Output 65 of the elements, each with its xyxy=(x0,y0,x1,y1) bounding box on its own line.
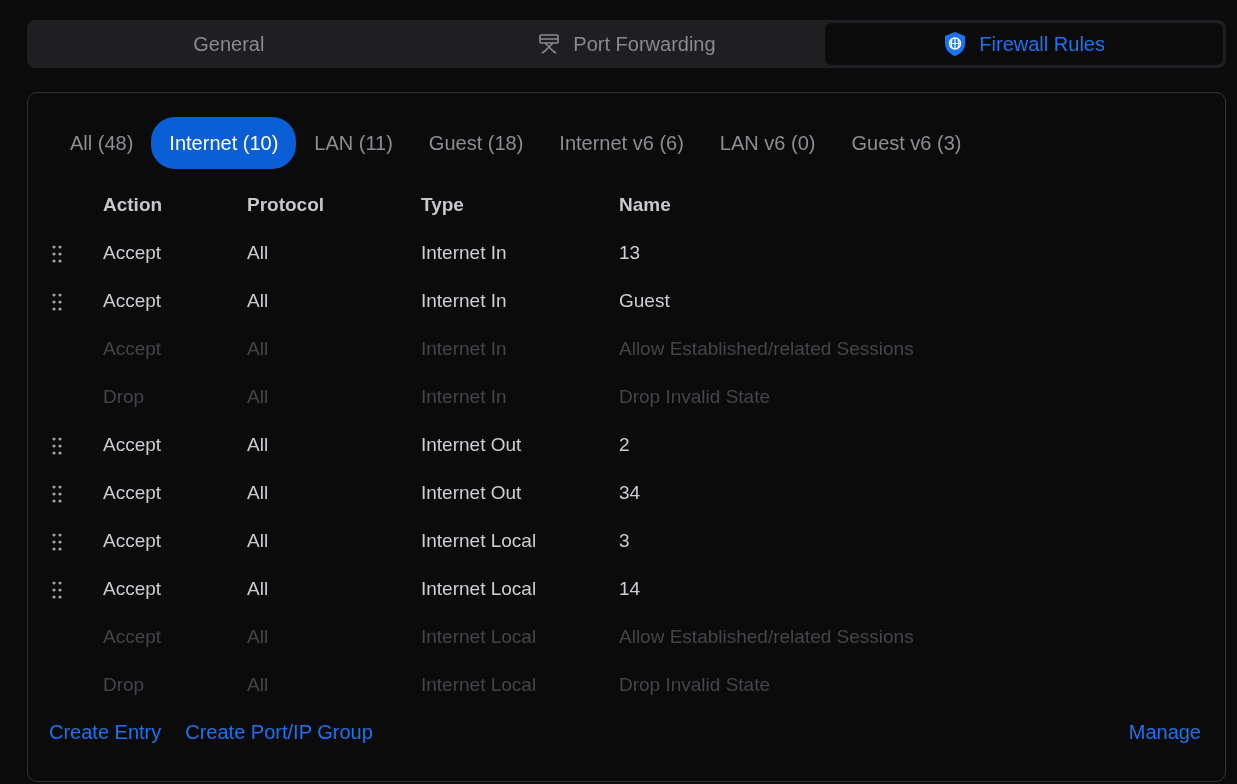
filter-tab[interactable]: LAN v6 (0) xyxy=(701,117,834,169)
table-cell: Internet In xyxy=(421,385,507,407)
filter-tab[interactable]: Guest v6 (3) xyxy=(833,117,980,169)
table-cell: Internet Local xyxy=(421,673,537,695)
column-header: Name xyxy=(619,192,672,217)
table-cell: All xyxy=(247,481,269,503)
table-cell: All xyxy=(247,241,269,263)
drag-handle-icon[interactable] xyxy=(52,244,62,263)
column-header: Protocol xyxy=(247,192,326,217)
table-cell: All xyxy=(247,673,269,695)
table-cell: 13 xyxy=(619,241,641,263)
table-cell: Allow Established/related Sessions xyxy=(619,625,914,647)
table-cell: Accept xyxy=(103,433,162,455)
table-cell: Accept xyxy=(103,577,162,599)
tab[interactable]: Port Forwarding xyxy=(427,23,826,65)
router-icon xyxy=(537,32,562,56)
table-cell: Accept xyxy=(103,625,162,647)
shield-icon xyxy=(943,31,968,57)
table-cell: All xyxy=(247,385,269,407)
table-cell: Accept xyxy=(103,481,162,503)
table-cell: Drop xyxy=(103,385,145,407)
table-cell: Accept xyxy=(103,529,162,551)
tab[interactable]: General xyxy=(30,23,428,65)
tab[interactable]: Firewall Rules xyxy=(825,23,1223,65)
drag-handle-icon[interactable] xyxy=(52,292,62,311)
drag-handle-icon[interactable] xyxy=(52,580,62,599)
column-header: Type xyxy=(421,192,465,217)
table-cell: Drop Invalid State xyxy=(619,673,771,695)
table-cell: Accept xyxy=(103,289,162,311)
table-cell: Internet Local xyxy=(421,529,537,551)
table-cell: 3 xyxy=(619,529,630,551)
table-cell: All xyxy=(247,337,269,359)
table-cell: Internet Out xyxy=(421,481,522,503)
table-cell: Internet In xyxy=(421,241,507,263)
table-cell: All xyxy=(247,433,269,455)
table-cell: Drop Invalid State xyxy=(619,385,771,407)
table-cell: Internet In xyxy=(421,289,507,311)
filter-tab[interactable]: Guest (18) xyxy=(410,117,542,169)
footer-link[interactable]: Create Entry xyxy=(49,717,162,747)
table-cell: Accept xyxy=(103,241,162,263)
table-cell: Internet Out xyxy=(421,433,522,455)
drag-handle-icon[interactable] xyxy=(52,484,62,503)
table-cell: Internet In xyxy=(421,337,507,359)
footer-link[interactable]: Create Port/IP Group xyxy=(185,717,373,747)
table-cell: 2 xyxy=(619,433,630,455)
filter-tab[interactable]: LAN (11) xyxy=(296,117,411,169)
table-cell: Guest xyxy=(619,289,670,311)
table-cell: 14 xyxy=(619,577,641,599)
table-cell: All xyxy=(247,529,269,551)
filter-tab[interactable]: Internet (10) xyxy=(151,117,297,169)
drag-handle-icon[interactable] xyxy=(52,436,62,455)
table-cell: Allow Established/related Sessions xyxy=(619,337,914,359)
table-cell: Internet Local xyxy=(421,577,537,599)
table-cell: Drop xyxy=(103,673,145,695)
column-header: Action xyxy=(103,192,164,217)
table-cell: 34 xyxy=(619,481,641,503)
table-cell: Accept xyxy=(103,337,162,359)
table-cell: Internet Local xyxy=(421,625,537,647)
table-cell: All xyxy=(247,577,269,599)
filter-tab[interactable]: All (48) xyxy=(52,117,152,169)
filter-tab[interactable]: Internet v6 (6) xyxy=(541,117,702,169)
table-cell: All xyxy=(247,625,269,647)
manage-link[interactable]: Manage xyxy=(1128,717,1201,747)
table-cell: All xyxy=(247,289,269,311)
drag-handle-icon[interactable] xyxy=(52,532,62,551)
